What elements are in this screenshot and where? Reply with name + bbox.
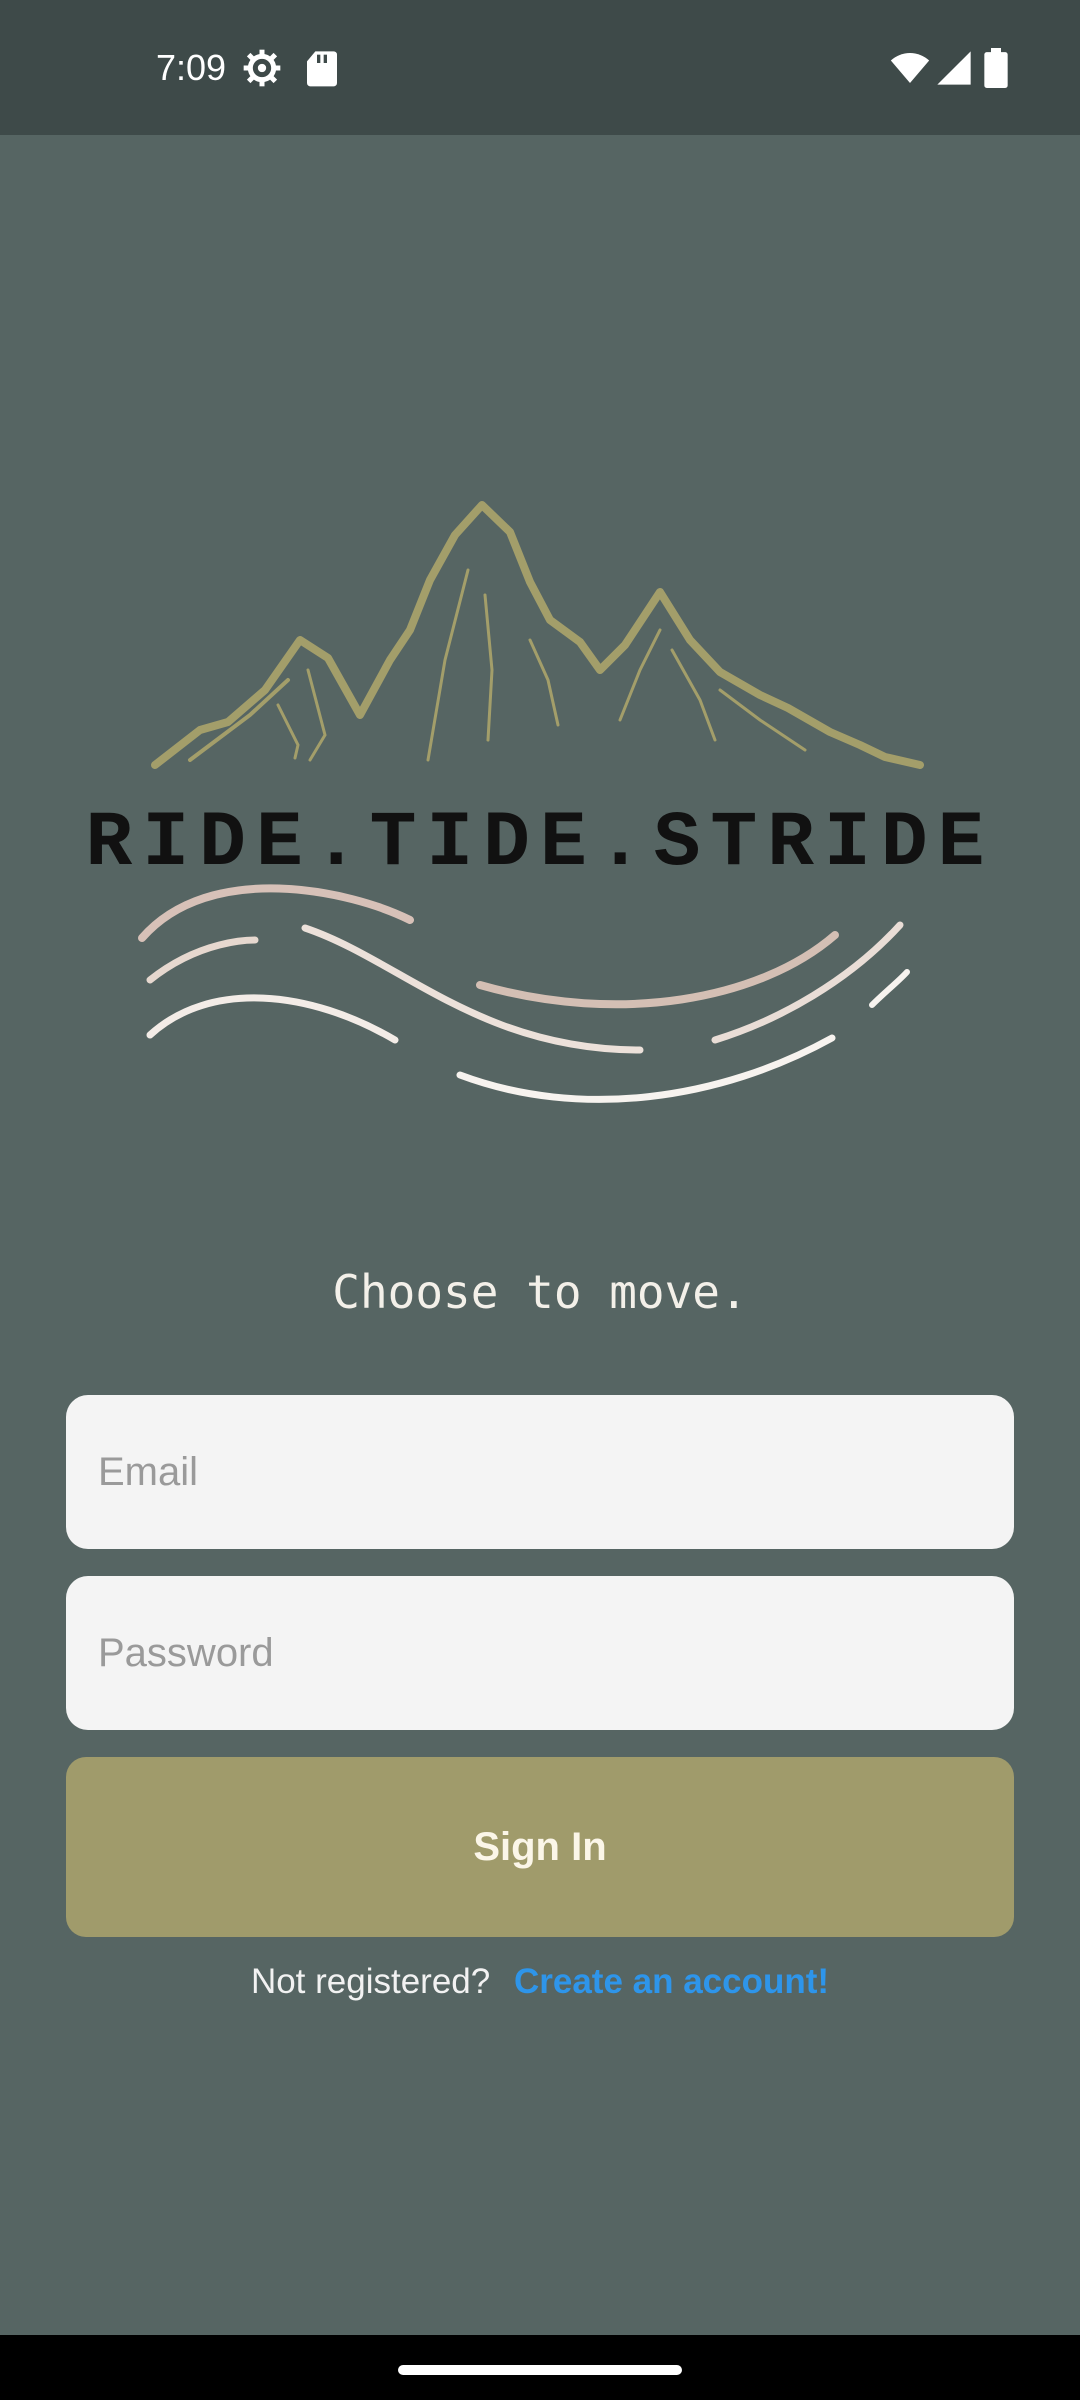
logo-wordmark: RIDE.TIDE.STRIDE: [85, 800, 995, 888]
status-bar: 7:09: [0, 0, 1080, 135]
mountain-wave-emblem: [138, 501, 924, 1103]
settings-gear-icon: [243, 49, 281, 87]
cellular-signal-icon: [937, 51, 971, 85]
register-prompt: Not registered? Create an account!: [0, 1962, 1080, 2002]
home-gesture-handle[interactable]: [398, 2365, 682, 2375]
ride-tide-stride-logo: RIDE.TIDE.STRIDE: [60, 360, 1020, 1120]
password-field[interactable]: [66, 1576, 1014, 1730]
email-field[interactable]: [66, 1395, 1014, 1549]
create-account-link[interactable]: Create an account!: [514, 1962, 829, 2001]
status-time: 7:09: [156, 47, 227, 88]
sign-in-button[interactable]: Sign In: [66, 1757, 1014, 1937]
battery-icon: [984, 48, 1008, 88]
navigation-bar: [0, 2335, 1080, 2400]
wifi-icon: [890, 53, 930, 83]
not-registered-text: Not registered?: [250, 1962, 491, 2001]
sd-card-icon: [307, 51, 337, 87]
tagline: Choose to move.: [332, 1265, 748, 1319]
